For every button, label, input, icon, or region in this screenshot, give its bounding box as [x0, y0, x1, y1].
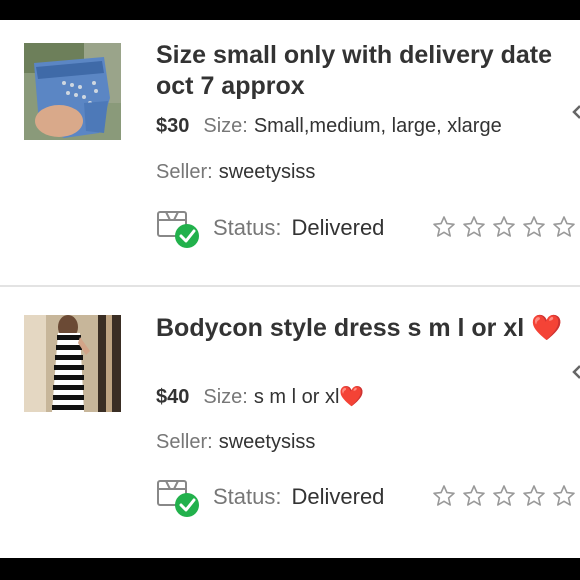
price-size-row: $40 Size: s m l or xl❤️ [156, 385, 364, 409]
star-outline-icon[interactable] [522, 484, 546, 508]
heart-emoji-icon: ❤️ [531, 314, 563, 342]
seller-name[interactable]: sweetysiss [219, 161, 316, 183]
product-title[interactable]: Bodycon style dress s m l or xl ❤️ [156, 313, 566, 344]
seller-label: Seller: [156, 431, 213, 453]
rating-stars[interactable] [432, 215, 576, 239]
chevron-left-icon[interactable] [572, 364, 580, 392]
divider [0, 285, 580, 287]
product-title[interactable]: Size small only with delivery date oct 7… [156, 40, 566, 102]
status-row: Status: Delivered [156, 206, 580, 250]
product-thumbnail[interactable] [24, 43, 121, 140]
delivered-package-icon [157, 211, 199, 248]
status-row: Status: Delivered [156, 475, 580, 519]
size-label: Size: [203, 386, 248, 408]
star-outline-icon[interactable] [552, 215, 576, 239]
rating-stars[interactable] [432, 484, 576, 508]
size-value: Small,medium, large, xlarge [253, 115, 502, 137]
star-outline-icon[interactable] [462, 215, 486, 239]
price: $40 [156, 386, 190, 408]
order-list: Size small only with delivery date oct 7… [0, 20, 580, 558]
size-value: s m l or xl [253, 386, 340, 408]
star-outline-icon[interactable] [522, 215, 546, 239]
status-value: Delivered [291, 484, 385, 509]
seller-row: Seller: sweetysiss [156, 430, 315, 454]
star-outline-icon[interactable] [552, 484, 576, 508]
status-label: Status: [213, 215, 282, 240]
seller-label: Seller: [156, 161, 213, 183]
heart-emoji-icon: ❤️ [339, 386, 365, 408]
status-text: Status: Delivered [213, 215, 384, 241]
seller-row: Seller: sweetysiss [156, 160, 315, 184]
product-title-text: Bodycon style dress s m l or xl [156, 314, 525, 342]
star-outline-icon[interactable] [432, 215, 456, 239]
seller-name[interactable]: sweetysiss [219, 431, 316, 453]
status-label: Status: [213, 484, 282, 509]
star-outline-icon[interactable] [432, 484, 456, 508]
delivered-package-icon [157, 480, 199, 517]
status-value: Delivered [291, 215, 385, 240]
price-size-row: $30 Size: Small,medium, large, xlarge [156, 114, 502, 138]
status-text: Status: Delivered [213, 484, 384, 510]
star-outline-icon[interactable] [492, 215, 516, 239]
star-outline-icon[interactable] [462, 484, 486, 508]
price: $30 [156, 115, 190, 137]
chevron-left-icon[interactable] [572, 104, 580, 132]
order-item[interactable]: Bodycon style dress s m l or xl ❤️ $40 Si… [0, 288, 580, 553]
size-label: Size: [203, 115, 248, 137]
product-thumbnail[interactable] [24, 315, 121, 412]
order-item[interactable]: Size small only with delivery date oct 7… [0, 20, 580, 287]
star-outline-icon[interactable] [492, 484, 516, 508]
